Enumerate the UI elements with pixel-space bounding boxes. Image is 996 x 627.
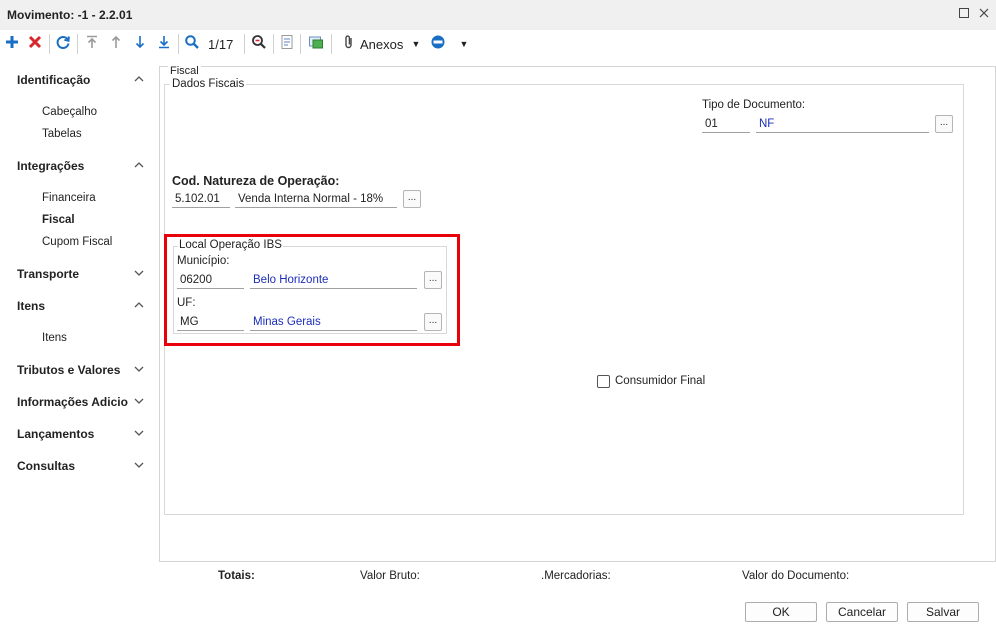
anexos-menu[interactable]: Anexos (360, 37, 403, 52)
uf-code-input[interactable]: MG (177, 313, 244, 331)
export-icon[interactable] (306, 34, 326, 54)
mercadorias-label: .Mercadorias: (541, 570, 611, 582)
consumidor-final-checkbox[interactable] (597, 375, 610, 388)
sidebar-item-fiscal[interactable]: Fiscal (42, 214, 75, 226)
first-record-icon[interactable] (82, 34, 102, 54)
next-record-icon[interactable] (130, 34, 150, 54)
close-icon[interactable] (976, 6, 992, 22)
sidebar-item-itens[interactable]: Itens (42, 332, 67, 344)
save-button[interactable]: Salvar (907, 602, 979, 622)
toolbar-separator (244, 34, 245, 54)
fiscal-group-label: Fiscal (168, 65, 201, 77)
delete-icon[interactable] (25, 34, 45, 54)
tipo-documento-code-input[interactable]: 01 (702, 115, 750, 133)
options-icon[interactable] (428, 34, 448, 54)
chevron-down-icon[interactable] (132, 395, 146, 409)
sidebar-item-cupom-fiscal[interactable]: Cupom Fiscal (42, 236, 112, 248)
sidebar-item-financeira[interactable]: Financeira (42, 192, 96, 204)
sidebar-section-itens[interactable]: Itens (17, 299, 45, 313)
sidebar-section-lancamentos[interactable]: Lançamentos (17, 427, 94, 441)
valor-bruto-label: Valor Bruto: (360, 570, 420, 582)
chevron-down-icon[interactable] (132, 459, 146, 473)
natureza-operacao-label: Cod. Natureza de Operação: (172, 174, 340, 188)
toolbar-separator (273, 34, 274, 54)
natureza-operacao-code-input[interactable]: 5.102.01 (172, 190, 230, 208)
search-icon[interactable] (182, 34, 202, 54)
sidebar-section-integracoes[interactable]: Integrações (17, 159, 84, 173)
totais-label: Totais: (218, 570, 255, 582)
sidebar-section-tributos[interactable]: Tributos e Valores (17, 363, 120, 377)
anexos-dropdown-icon[interactable]: ▼ (406, 34, 426, 54)
title-bar (0, 0, 996, 31)
municipio-label: Município: (177, 255, 230, 267)
natureza-operacao-lookup-button[interactable]: ... (403, 190, 421, 208)
sidebar-section-informacoes[interactable]: Informações Adicio (17, 395, 128, 409)
tipo-documento-label: Tipo de Documento: (702, 99, 806, 111)
chevron-up-icon[interactable] (132, 159, 146, 173)
chevron-up-icon[interactable] (132, 73, 146, 87)
zoom-filter-icon[interactable] (249, 34, 269, 54)
options-dropdown-icon[interactable]: ▼ (454, 34, 474, 54)
uf-desc-input[interactable]: Minas Gerais (250, 313, 417, 331)
toolbar-separator (178, 34, 179, 54)
toolbar-separator (300, 34, 301, 54)
municipio-lookup-button[interactable]: ... (424, 271, 442, 289)
chevron-down-icon[interactable] (132, 267, 146, 281)
natureza-operacao-desc-input[interactable]: Venda Interna Normal - 18% (235, 190, 397, 208)
local-operacao-ibs-label: Local Operação IBS (178, 239, 283, 251)
last-record-icon[interactable] (154, 34, 174, 54)
add-icon[interactable] (2, 34, 22, 54)
sidebar-item-tabelas[interactable]: Tabelas (42, 128, 82, 140)
paperclip-icon[interactable] (339, 34, 359, 54)
maximize-icon[interactable] (956, 6, 972, 22)
chevron-down-icon[interactable] (132, 427, 146, 441)
sidebar-section-consultas[interactable]: Consultas (17, 459, 75, 473)
toolbar-separator (77, 34, 78, 54)
cancel-button[interactable]: Cancelar (826, 602, 898, 622)
valor-documento-label: Valor do Documento: (742, 570, 850, 582)
window-title: Movimento: -1 - 2.2.01 (7, 8, 133, 22)
tipo-documento-lookup-button[interactable]: ... (935, 115, 953, 133)
sidebar-section-transporte[interactable]: Transporte (17, 267, 79, 281)
chevron-down-icon[interactable] (132, 363, 146, 377)
sidebar-item-cabecalho[interactable]: Cabeçalho (42, 106, 97, 118)
toolbar-separator (49, 34, 50, 54)
consumidor-final-label[interactable]: Consumidor Final (615, 375, 705, 387)
dados-fiscais-label: Dados Fiscais (170, 78, 247, 90)
uf-label: UF: (177, 297, 196, 309)
tipo-documento-desc-input[interactable]: NF (756, 115, 929, 133)
sidebar-section-identificacao[interactable]: Identificação (17, 73, 90, 87)
ok-button[interactable]: OK (745, 602, 817, 622)
refresh-icon[interactable] (53, 34, 73, 54)
municipio-code-input[interactable]: 06200 (177, 271, 244, 289)
previous-record-icon[interactable] (106, 34, 126, 54)
chevron-up-icon[interactable] (132, 299, 146, 313)
record-counter: 1/17 (208, 37, 234, 52)
document-list-icon[interactable] (277, 34, 297, 54)
municipio-desc-input[interactable]: Belo Horizonte (250, 271, 417, 289)
uf-lookup-button[interactable]: ... (424, 313, 442, 331)
toolbar-separator (331, 34, 332, 54)
